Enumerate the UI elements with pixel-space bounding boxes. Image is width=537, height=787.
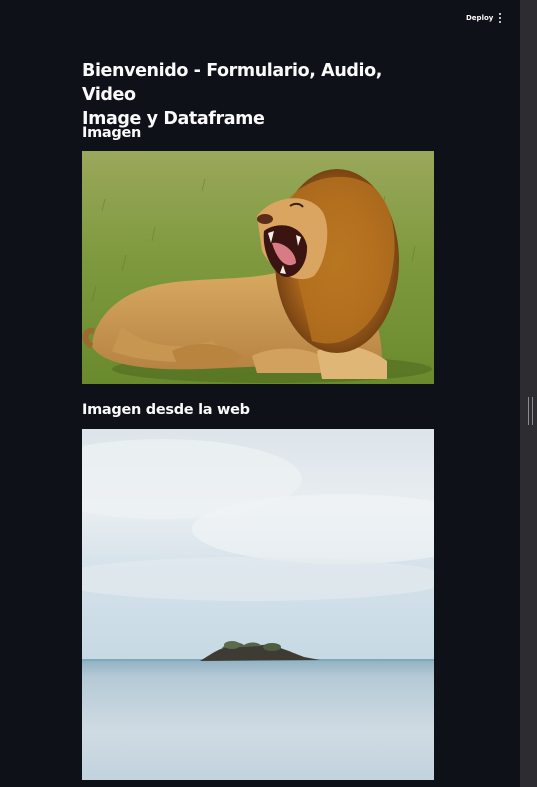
subheader-imagen: Imagen <box>82 125 142 141</box>
streamlit-app: Deploy Bienvenido - Formulario, Audio, V… <box>0 0 537 787</box>
main-content: Deploy Bienvenido - Formulario, Audio, V… <box>0 0 520 787</box>
subheader-imagen-desde-la-web: Imagen desde la web <box>82 402 250 418</box>
island-seascape-image <box>82 429 434 780</box>
vertical-ellipsis-icon[interactable] <box>494 11 506 25</box>
page-title: Bienvenido - Formulario, Audio, Video Ima… <box>82 59 434 131</box>
deploy-button[interactable]: Deploy <box>461 11 498 25</box>
scrollbar-handle[interactable] <box>528 397 533 425</box>
page-title-line-1: Bienvenido - Formulario, Audio, Video <box>82 61 382 105</box>
lion-image <box>82 151 434 384</box>
app-header: Deploy <box>0 0 520 34</box>
scrollbar-track[interactable] <box>520 0 537 787</box>
